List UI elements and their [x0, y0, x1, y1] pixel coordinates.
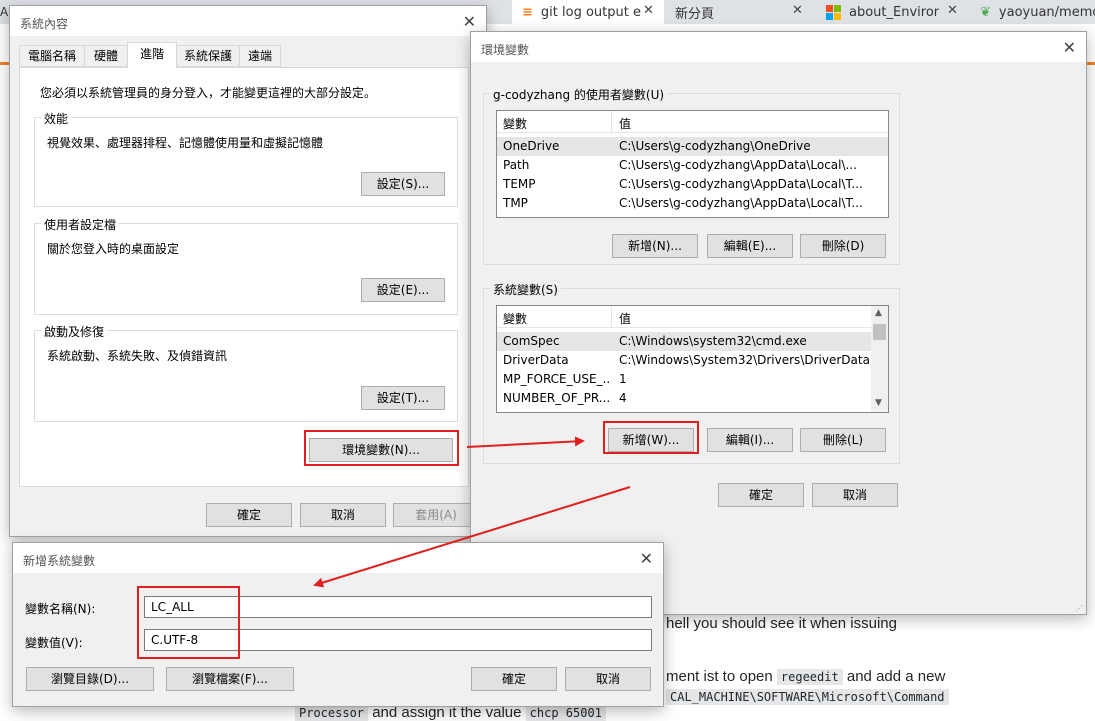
arrow-new-to-dialog	[313, 486, 631, 588]
annotation-arrows	[313, 436, 631, 588]
arrow-env-to-new	[466, 436, 585, 448]
tab-advanced[interactable]: 進階	[127, 42, 177, 68]
